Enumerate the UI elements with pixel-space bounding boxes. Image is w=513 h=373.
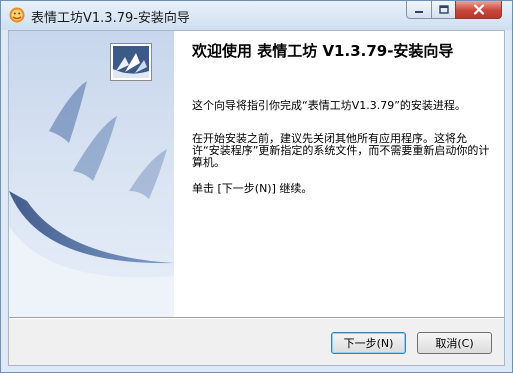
title-bar[interactable]: 表情工坊V1.3.79-安装向导 bbox=[1, 1, 512, 30]
wizard-body: 欢迎使用 表情工坊 V1.3.79-安装向导 这个向导将指引你完成“表情工坊V1… bbox=[8, 30, 505, 366]
page-title: 欢迎使用 表情工坊 V1.3.79-安装向导 bbox=[192, 42, 454, 60]
close-icon bbox=[473, 4, 484, 15]
app-icon bbox=[9, 7, 25, 23]
maximize-button[interactable] bbox=[431, 1, 456, 19]
close-button[interactable] bbox=[455, 1, 502, 19]
window-title: 表情工坊V1.3.79-安装向导 bbox=[31, 11, 190, 26]
cancel-button[interactable]: 取消(C) bbox=[417, 332, 492, 354]
installer-logo-icon bbox=[110, 43, 152, 81]
close-apps-note: 在开始安装之前，建议先关闭其他所有应用程序。这将允许“安装程序”更新指定的系统文… bbox=[192, 132, 490, 169]
welcome-panel: 欢迎使用 表情工坊 V1.3.79-安装向导 这个向导将指引你完成“表情工坊V1… bbox=[174, 31, 504, 317]
continue-instruction: 单击 [下一步(N)] 继续。 bbox=[192, 182, 313, 195]
next-button[interactable]: 下一步(N) bbox=[331, 332, 406, 354]
minimize-button[interactable] bbox=[406, 1, 432, 19]
intro-text: 这个向导将指引你完成“表情工坊V1.3.79”的安装进程。 bbox=[192, 99, 466, 112]
maximize-icon bbox=[438, 5, 449, 14]
button-area-divider bbox=[9, 317, 504, 319]
minimize-icon bbox=[415, 10, 423, 13]
installer-window: 表情工坊V1.3.79-安装向导 欢迎使用 表情工坊 V1.3.79-安装向导 … bbox=[0, 0, 513, 373]
